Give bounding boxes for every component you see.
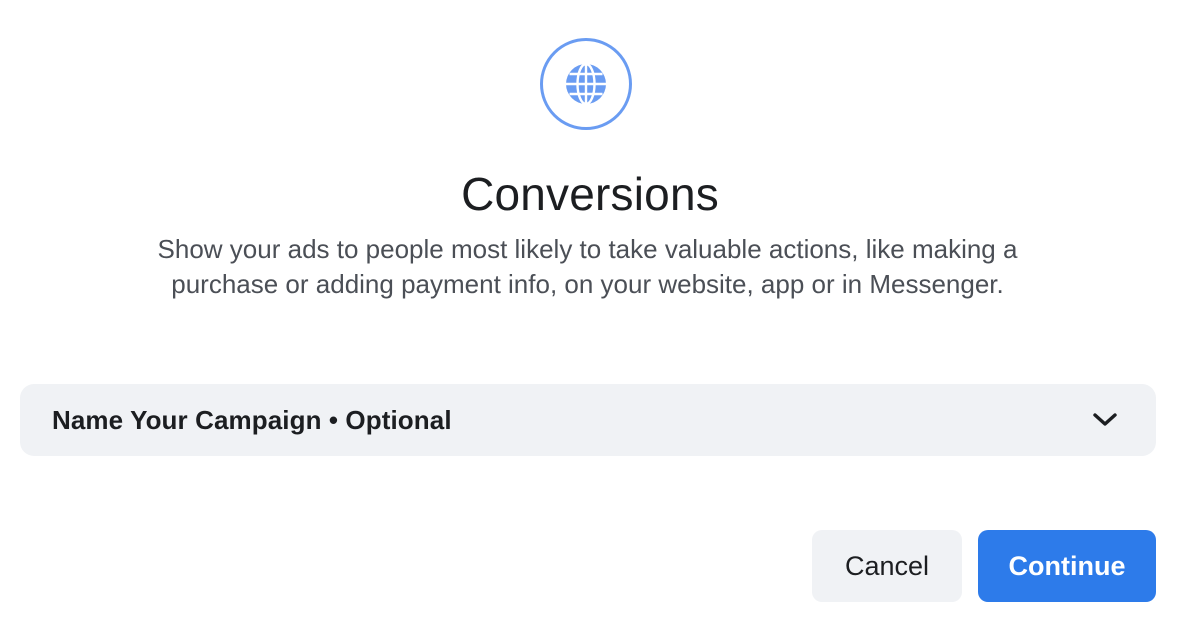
objective-dialog: Conversions Show your ads to people most… xyxy=(0,0,1180,620)
objective-title: Conversions xyxy=(461,168,719,220)
globe-icon xyxy=(563,61,609,107)
objective-icon-badge xyxy=(540,38,632,130)
objective-description: Show your ads to people most likely to t… xyxy=(157,234,1018,299)
chevron-down-icon[interactable] xyxy=(1090,405,1120,435)
name-campaign-label: Name Your Campaign • Optional xyxy=(52,404,452,435)
name-campaign-expander[interactable]: Name Your Campaign • Optional xyxy=(20,384,1156,456)
continue-button[interactable]: Continue xyxy=(978,530,1156,602)
cancel-button[interactable]: Cancel xyxy=(812,530,962,602)
